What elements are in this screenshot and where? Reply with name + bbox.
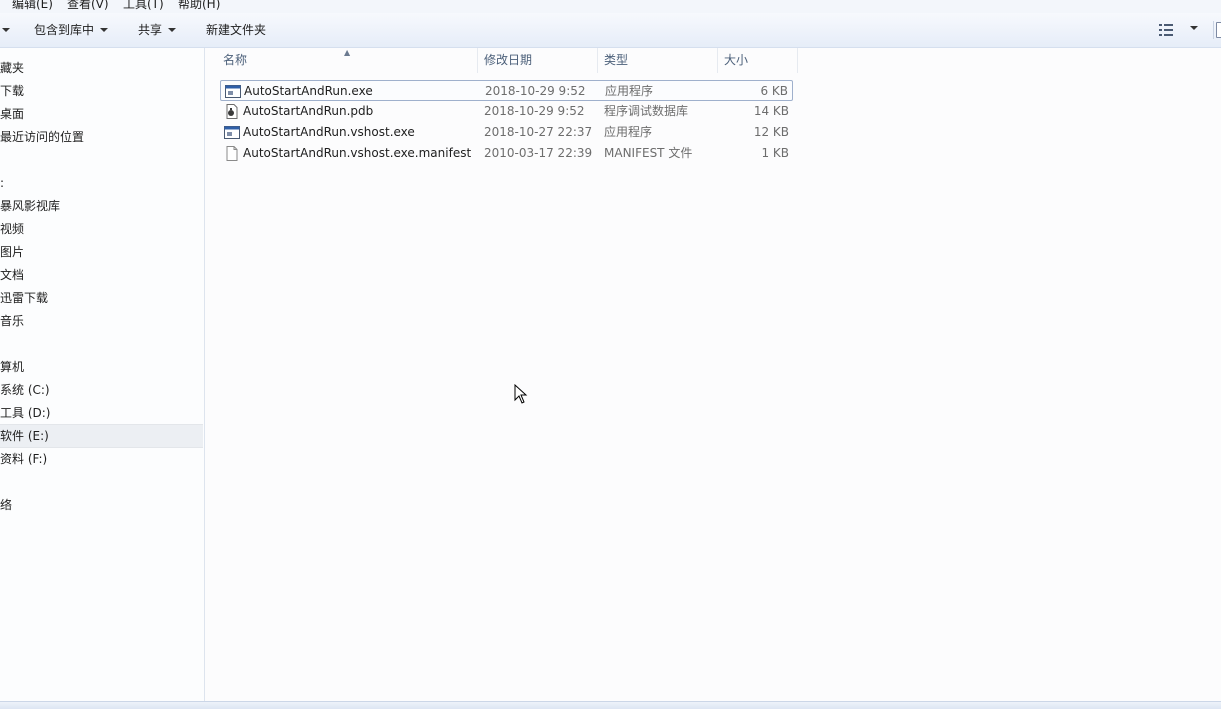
file-type: 应用程序 xyxy=(605,84,654,98)
column-header-size[interactable]: 大小 xyxy=(724,48,748,73)
organize-button-caret[interactable] xyxy=(0,22,10,38)
nav-drive-c[interactable]: 系统 (C:) xyxy=(0,379,203,401)
nav-thunder-downloads[interactable]: 迅雷下载 xyxy=(0,287,203,309)
nav-baofeng-library[interactable]: 暴风影视库 xyxy=(0,195,203,217)
menu-edit[interactable]: 编辑(E) xyxy=(12,0,53,12)
nav-drive-e[interactable]: 软件 (E:) xyxy=(0,424,203,448)
navigation-pane: 藏夹 下载 桌面 最近访问的位置 : 暴风影视库 视频 图片 文档 迅雷下载 音… xyxy=(0,48,205,701)
nav-desktop[interactable]: 桌面 xyxy=(0,103,203,125)
column-divider[interactable] xyxy=(717,48,718,73)
chevron-down-icon xyxy=(168,27,177,32)
view-options-icon[interactable] xyxy=(1159,24,1173,36)
column-divider[interactable] xyxy=(797,48,798,73)
column-header-date[interactable]: 修改日期 xyxy=(484,48,532,73)
file-date: 2010-03-17 22:39 xyxy=(484,146,593,160)
nav-label: 文档 xyxy=(0,268,25,282)
file-size: 6 KB xyxy=(760,84,788,98)
column-header-type[interactable]: 类型 xyxy=(604,48,628,73)
file-name: AutoStartAndRun.exe xyxy=(244,84,373,98)
nav-label: 最近访问的位置 xyxy=(0,130,85,144)
details-pane xyxy=(0,701,1221,709)
preview-pane-icon[interactable] xyxy=(1216,22,1221,38)
file-type: 应用程序 xyxy=(604,125,653,139)
nav-network[interactable]: 络 xyxy=(0,494,203,516)
mouse-cursor-icon xyxy=(514,384,528,404)
menu-view[interactable]: 查看(V) xyxy=(67,0,109,12)
nav-label: 算机 xyxy=(0,360,25,374)
nav-favorites[interactable]: 藏夹 xyxy=(0,57,203,79)
nav-label: 软件 (E:) xyxy=(0,429,49,443)
nav-label: 图片 xyxy=(0,245,25,259)
nav-downloads[interactable]: 下载 xyxy=(0,80,203,102)
nav-label: 音乐 xyxy=(0,314,25,328)
nav-libraries[interactable]: : xyxy=(0,172,203,194)
file-size: 1 KB xyxy=(761,146,789,160)
nav-label: 络 xyxy=(0,498,13,512)
nav-drive-f[interactable]: 资料 (F:) xyxy=(0,448,203,470)
view-dropdown-icon[interactable] xyxy=(1190,26,1198,30)
exe-icon xyxy=(224,126,240,139)
file-type: MANIFEST 文件 xyxy=(604,146,693,160)
include-in-library-button[interactable]: 包含到库中 xyxy=(34,22,109,38)
file-name: AutoStartAndRun.vshost.exe xyxy=(243,125,415,139)
nav-label: : xyxy=(0,176,5,190)
file-row[interactable]: AutoStartAndRun.exe 2018-10-29 9:52 应用程序… xyxy=(220,80,793,101)
column-divider[interactable] xyxy=(477,48,478,73)
file-icon xyxy=(226,146,238,161)
share-button[interactable]: 共享 xyxy=(138,22,177,38)
column-divider[interactable] xyxy=(597,48,598,73)
menu-tools[interactable]: 工具(T) xyxy=(123,0,164,12)
sort-ascending-icon: ▲ xyxy=(344,48,351,57)
file-row[interactable]: AutoStartAndRun.vshost.exe.manifest 2010… xyxy=(220,143,793,164)
nav-recent-places[interactable]: 最近访问的位置 xyxy=(0,126,203,148)
menu-help[interactable]: 帮助(H) xyxy=(178,0,220,12)
file-date: 2018-10-29 9:52 xyxy=(484,104,585,118)
file-row[interactable]: AutoStartAndRun.pdb 2018-10-29 9:52 程序调试… xyxy=(220,101,793,122)
column-header-name[interactable]: 名称 xyxy=(223,48,247,73)
nav-label: 工具 (D:) xyxy=(0,406,51,420)
nav-label: 下载 xyxy=(0,84,25,98)
command-bar: 包含到库中 共享 新建文件夹 xyxy=(0,13,1221,48)
menu-bar: 编辑(E) 查看(V) 工具(T) 帮助(H) xyxy=(0,0,1221,13)
nav-label: 桌面 xyxy=(0,107,25,121)
file-date: 2018-10-29 9:52 xyxy=(485,84,586,98)
nav-label: 系统 (C:) xyxy=(0,383,50,397)
new-folder-button[interactable]: 新建文件夹 xyxy=(206,22,266,38)
share-label: 共享 xyxy=(138,23,163,37)
include-in-library-label: 包含到库中 xyxy=(34,23,95,37)
file-size: 14 KB xyxy=(753,104,789,118)
explorer-window: 编辑(E) 查看(V) 工具(T) 帮助(H) 包含到库中 共享 新建文件夹 藏… xyxy=(0,0,1221,709)
file-name: AutoStartAndRun.vshost.exe.manifest xyxy=(243,146,472,160)
file-date: 2018-10-27 22:37 xyxy=(484,125,593,139)
file-type: 程序调试数据库 xyxy=(604,104,689,118)
nav-documents[interactable]: 文档 xyxy=(0,264,203,286)
nav-drive-d[interactable]: 工具 (D:) xyxy=(0,402,203,424)
chevron-down-icon xyxy=(2,27,10,32)
file-size: 12 KB xyxy=(753,125,789,139)
toolbar-divider xyxy=(1213,21,1214,39)
nav-label: 迅雷下载 xyxy=(0,291,49,305)
nav-music[interactable]: 音乐 xyxy=(0,310,203,332)
nav-computer[interactable]: 算机 xyxy=(0,356,203,378)
pdb-icon xyxy=(226,104,238,119)
nav-label: 视频 xyxy=(0,222,25,236)
file-name: AutoStartAndRun.pdb xyxy=(243,104,374,118)
nav-label: 藏夹 xyxy=(0,61,25,75)
file-row[interactable]: AutoStartAndRun.vshost.exe 2018-10-27 22… xyxy=(220,122,793,143)
nav-videos[interactable]: 视频 xyxy=(0,218,203,240)
exe-icon xyxy=(225,85,241,98)
chevron-down-icon xyxy=(100,27,109,32)
nav-label: 资料 (F:) xyxy=(0,452,48,466)
nav-label: 暴风影视库 xyxy=(0,199,61,213)
file-list-pane: ▲ 名称 修改日期 类型 大小 AutoStartAndRun.exe 2018… xyxy=(205,48,1221,701)
nav-pictures[interactable]: 图片 xyxy=(0,241,203,263)
